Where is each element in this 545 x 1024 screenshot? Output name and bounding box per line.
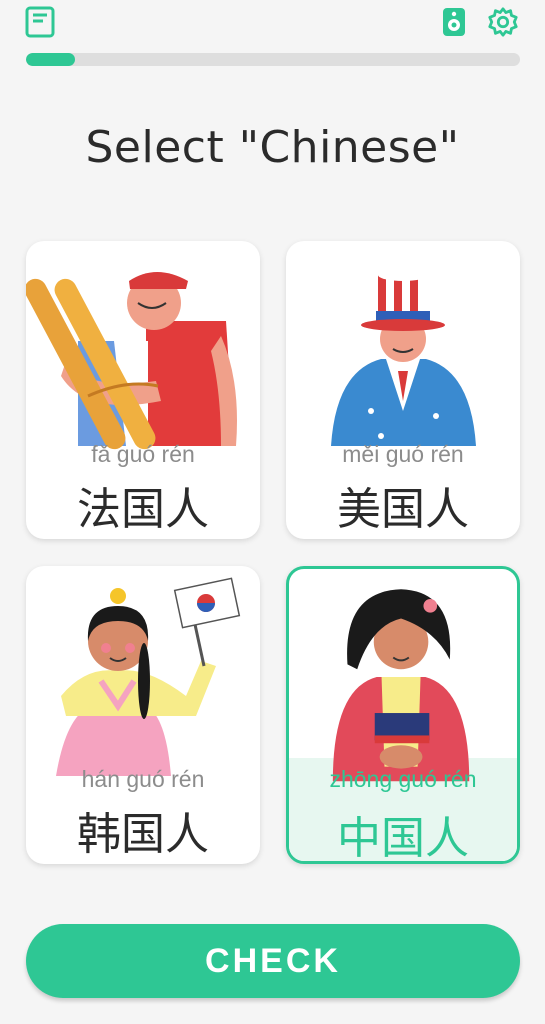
option-pinyin: měi guó rén <box>342 441 464 467</box>
korean-illustration <box>56 577 241 776</box>
lesson-progress-bar <box>26 53 520 66</box>
option-pinyin: fǎ guó rén <box>91 441 195 467</box>
option-card-american[interactable]: měi guó rén 美国人 <box>286 241 520 539</box>
option-pinyin: hán guó rén <box>81 766 205 792</box>
american-illustration <box>331 269 476 446</box>
option-hanzi: 法国人 <box>77 484 209 535</box>
option-hanzi: 中国人 <box>337 813 469 864</box>
top-bar <box>0 0 545 50</box>
gear-icon[interactable] <box>487 6 519 38</box>
option-hanzi: 韩国人 <box>77 809 209 860</box>
option-pinyin: zhōng guó rén <box>329 766 477 792</box>
question-prompt: Select "Chinese" <box>85 122 460 173</box>
speaker-icon[interactable] <box>438 6 470 38</box>
option-card-korean[interactable]: hán guó rén 韩国人 <box>26 566 260 864</box>
progress-fill <box>26 53 76 66</box>
option-card-french[interactable]: fǎ guó rén 法国人 <box>26 241 260 539</box>
book-icon[interactable] <box>24 6 56 38</box>
option-hanzi: 美国人 <box>337 484 469 535</box>
option-card-chinese[interactable]: zhōng guó rén 中国人 <box>286 566 520 864</box>
chinese-illustration <box>332 589 470 782</box>
frenchman-illustration <box>26 272 237 450</box>
check-button[interactable]: CHECK <box>26 924 520 998</box>
